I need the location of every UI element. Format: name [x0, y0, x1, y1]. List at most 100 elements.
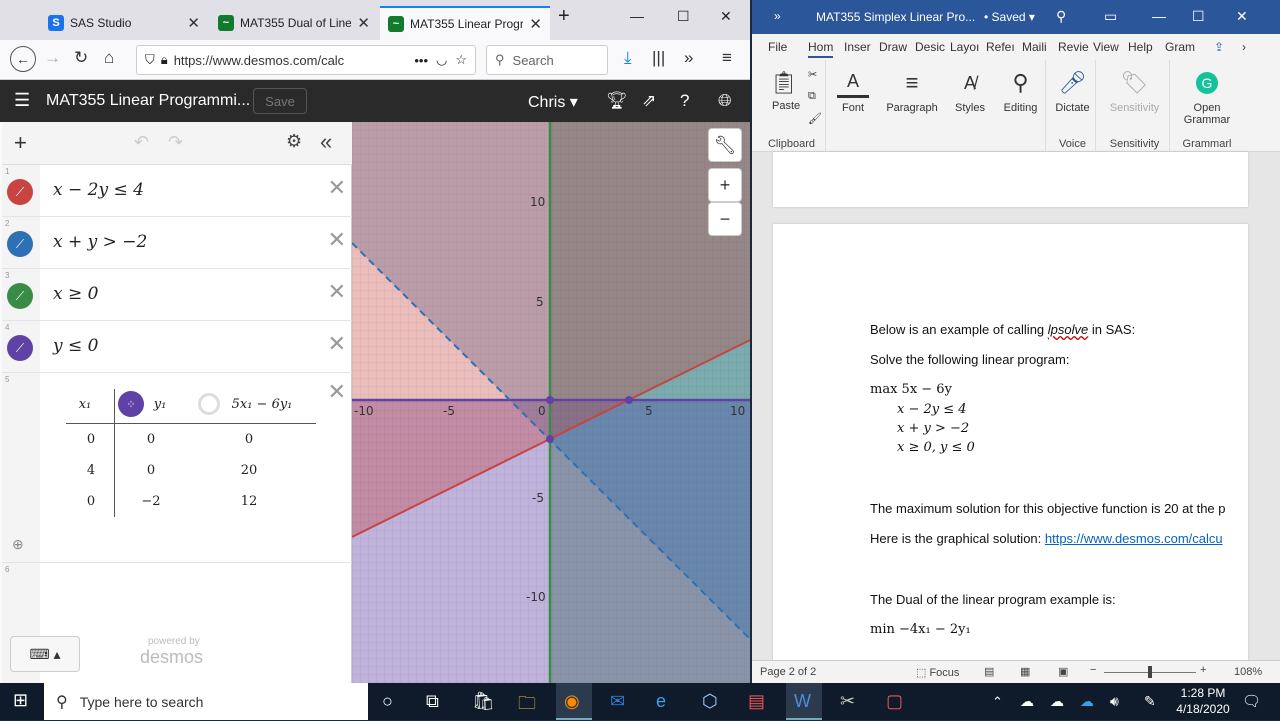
library-icon[interactable]: |||: [652, 48, 665, 68]
tab-review[interactable]: Revie: [1058, 40, 1089, 54]
read-mode-icon[interactable]: ▤: [984, 665, 994, 678]
web-layout-icon[interactable]: ▣: [1058, 665, 1068, 678]
share-icon[interactable]: ⇪: [1214, 40, 1224, 54]
paste-icon[interactable]: 📋︎: [768, 68, 800, 98]
graph-canvas[interactable]: -10 -5 0 5 10 10 5 -5 -10 🔧︎ + −: [352, 122, 750, 683]
user-menu[interactable]: Chris ▾: [528, 92, 578, 112]
share-icon[interactable]: ⇗: [642, 91, 656, 111]
tab-sas-studio[interactable]: S SAS Studio ✕: [40, 6, 208, 40]
onedrive-icon[interactable]: ☁: [1020, 693, 1034, 710]
more-icon[interactable]: •••: [414, 53, 428, 68]
tab-references[interactable]: Refeı: [986, 40, 1015, 54]
new-tab-icon[interactable]: +: [558, 5, 570, 28]
tab-mailings[interactable]: Maili: [1022, 40, 1047, 54]
camtasia-icon[interactable]: ▢: [886, 691, 903, 712]
cortana-icon[interactable]: ○: [382, 691, 393, 712]
undo-icon[interactable]: ↶: [134, 132, 149, 153]
maximize-icon[interactable]: ☐: [1192, 8, 1205, 25]
trophy-icon[interactable]: 🏆︎: [606, 91, 628, 111]
tab-help[interactable]: Help: [1128, 40, 1153, 54]
gear-icon[interactable]: ⚙: [286, 131, 302, 152]
zoom-slider-thumb[interactable]: [1148, 666, 1152, 678]
word-icon[interactable]: W: [794, 691, 811, 712]
point-0-0[interactable]: [546, 396, 554, 404]
minimize-icon[interactable]: —: [1152, 8, 1166, 24]
close-tab-icon[interactable]: ✕: [187, 14, 200, 32]
close-tab-icon[interactable]: ✕: [529, 15, 542, 33]
menu-icon[interactable]: ≡: [722, 48, 732, 68]
tab-dual[interactable]: ~ MAT355 Dual of Linear ✕: [210, 6, 378, 40]
points-style-icon[interactable]: ⁘: [118, 391, 144, 417]
pocket-icon[interactable]: ◡: [436, 52, 447, 68]
onedrive-icon[interactable]: ☁: [1050, 693, 1064, 710]
close-window-icon[interactable]: ✕: [1236, 8, 1248, 25]
tab-grammarly[interactable]: Gram: [1165, 40, 1195, 54]
desmos-link[interactable]: https://www.desmos.com/calcu: [1045, 531, 1223, 546]
ribbon-toggle-icon[interactable]: »: [774, 9, 781, 23]
pen-icon[interactable]: ✎: [1144, 693, 1156, 710]
tab-home[interactable]: Hom: [808, 40, 834, 58]
cut-icon[interactable]: ✂: [808, 68, 817, 81]
delete-icon[interactable]: ✕: [328, 379, 346, 405]
focus-button[interactable]: ⬚ Focus: [916, 666, 959, 679]
taskbar-search[interactable]: ⚲ Type here to search: [44, 683, 368, 720]
delete-icon[interactable]: ✕: [328, 175, 346, 201]
edge-icon[interactable]: e: [656, 691, 666, 712]
url-bar[interactable]: ⛉ 🔒︎ https://www.desmos.com/calc ••• ◡ ☆: [136, 45, 476, 75]
task-view-icon[interactable]: ⧉: [426, 691, 439, 712]
hamburger-icon[interactable]: ☰: [14, 90, 30, 111]
dictate-group[interactable]: 🎤︎ Dictate Voice: [1050, 60, 1096, 152]
tab-design[interactable]: Desic: [915, 40, 945, 54]
delete-icon[interactable]: ✕: [328, 227, 346, 253]
color-toggle-icon[interactable]: ⟋: [7, 179, 33, 205]
zoom-fit-icon[interactable]: ⊕: [12, 536, 24, 553]
bookmark-star-icon[interactable]: ☆: [455, 52, 467, 68]
help-icon[interactable]: ?: [680, 91, 689, 111]
scroll-right-icon[interactable]: ›: [1242, 40, 1246, 54]
volume-icon[interactable]: 🔊︎: [1110, 693, 1119, 710]
globe-icon[interactable]: 🌐︎: [718, 91, 732, 111]
styles-group[interactable]: A̸ Styles: [948, 60, 992, 152]
tab-view[interactable]: View: [1093, 40, 1119, 54]
color-toggle-icon[interactable]: ⟋: [7, 335, 33, 361]
expression-4[interactable]: 4 ⟋ y ≤ 0 ✕: [2, 321, 352, 373]
delete-icon[interactable]: ✕: [328, 331, 346, 357]
file-explorer-icon[interactable]: 🗀: [518, 691, 536, 721]
keyboard-toggle[interactable]: ⌨ ▴: [10, 636, 80, 672]
back-icon[interactable]: ←: [10, 46, 36, 72]
font-group[interactable]: A Font: [830, 60, 876, 152]
expression-2[interactable]: 2 ⟋ x + y > −2 ✕: [2, 217, 352, 269]
copy-icon[interactable]: ⧉: [808, 90, 816, 103]
tab-file[interactable]: File: [768, 40, 787, 54]
onedrive-icon[interactable]: ☁: [1080, 693, 1094, 710]
point-0-neg2[interactable]: [546, 435, 554, 443]
maximize-icon[interactable]: ☐: [677, 8, 690, 25]
sensitivity-group[interactable]: 🏷︎ Sensitivity Sensitivity: [1100, 60, 1170, 152]
format-painter-icon[interactable]: 🖌︎: [808, 112, 822, 125]
expression-1[interactable]: 1 ⟋ x − 2y ≤ 4 ✕: [2, 165, 352, 217]
tray-overflow-icon[interactable]: ⌃: [992, 694, 1003, 710]
ribbon-display-icon[interactable]: ▭: [1104, 8, 1117, 25]
pdf-icon[interactable]: ▤: [748, 691, 765, 712]
firefox-icon[interactable]: ◉: [564, 691, 580, 712]
forward-icon[interactable]: →: [44, 48, 61, 68]
expression-3[interactable]: 3 ⟋ x ≥ 0 ✕: [2, 269, 352, 321]
zoom-out-icon[interactable]: −: [708, 202, 742, 236]
zoom-out-icon[interactable]: −: [1090, 664, 1096, 676]
color-toggle-icon[interactable]: ⟋: [7, 283, 33, 309]
save-button[interactable]: Save: [253, 88, 307, 114]
color-toggle-icon[interactable]: ⟋: [7, 231, 33, 257]
tab-linear-program[interactable]: ~ MAT355 Linear Program ✕: [380, 6, 550, 40]
tab-insert[interactable]: Inser: [844, 40, 871, 54]
collapse-icon[interactable]: «: [320, 129, 332, 155]
snip-icon[interactable]: ✂: [840, 691, 855, 712]
close-window-icon[interactable]: ✕: [720, 8, 732, 25]
outlook-icon[interactable]: ✉: [610, 691, 625, 712]
paragraph-group[interactable]: ≡ Paragraph: [880, 60, 944, 152]
close-tab-icon[interactable]: ✕: [357, 14, 370, 32]
store-icon[interactable]: 🛍︎: [472, 691, 495, 712]
overflow-icon[interactable]: »: [684, 48, 693, 68]
expression-table[interactable]: 5 ✕ x₁ ⁘ y₁ 5x₁ − 6y₁ 0 0 0 4 0 20 0 −2 …: [2, 373, 352, 563]
add-expression-icon[interactable]: +: [14, 130, 27, 156]
tab-layout[interactable]: Layoı: [950, 40, 979, 54]
